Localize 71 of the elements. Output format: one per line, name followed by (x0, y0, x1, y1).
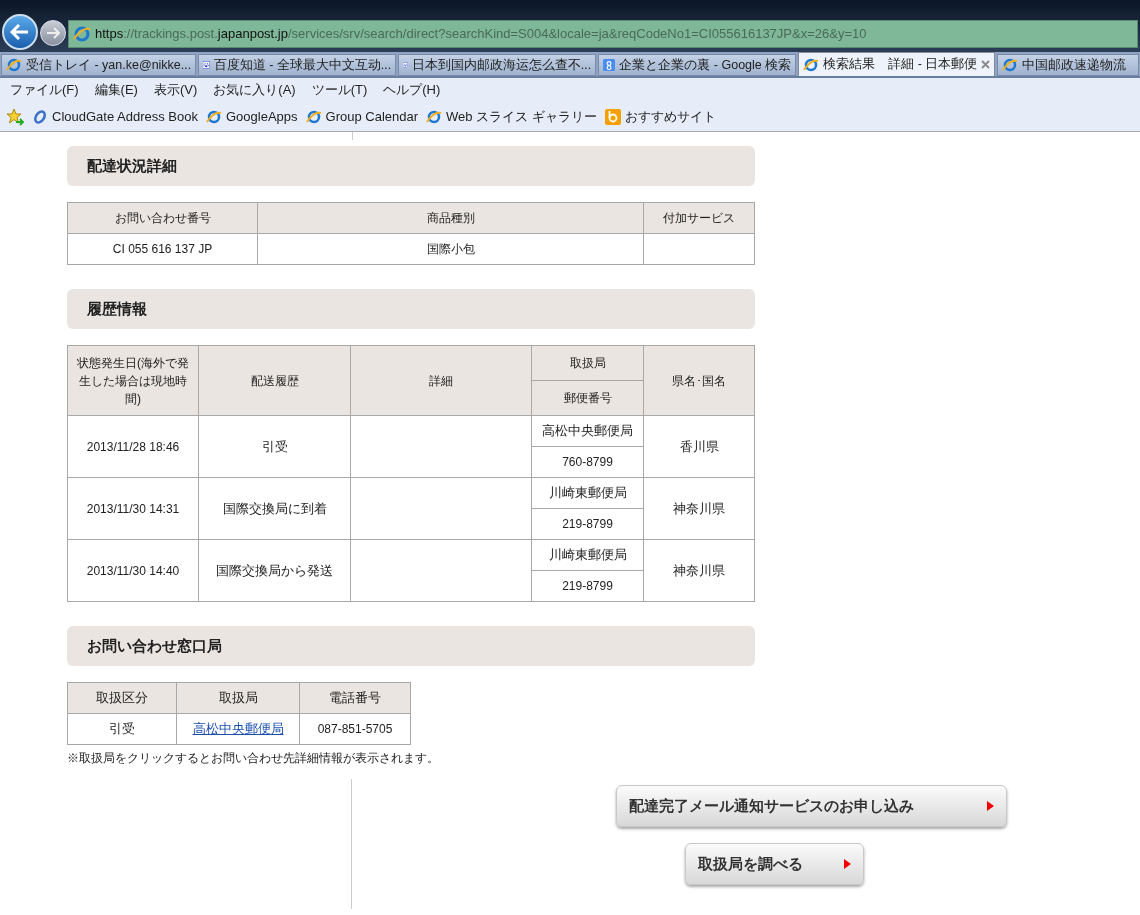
table-cell: 2013/11/30 14:31 (67, 477, 199, 540)
triangle-icon (986, 801, 994, 811)
column-header: お問い合わせ番号 (67, 202, 258, 234)
table-cell: CI 055 616 137 JP (67, 233, 258, 265)
ie-icon (6, 57, 22, 73)
browser-tab[interactable]: 企業と企業の裏 - Google 検索 (598, 54, 797, 76)
table-cell: 国際小包 (257, 233, 644, 265)
bing-icon (604, 108, 621, 125)
link-icon (32, 108, 48, 125)
ie-icon (1002, 57, 1019, 73)
ie-icon (206, 108, 222, 125)
left-arrow-icon (10, 24, 30, 40)
menu-item[interactable]: ファイル(F) (10, 80, 79, 100)
section-header: お問い合わせ窓口局 (67, 626, 755, 666)
favorites-link[interactable]: Web スライス ギャラリー (426, 106, 597, 127)
favorites-link[interactable]: おすすめサイト (604, 106, 716, 127)
browser-tab[interactable]: 百度知道 - 全球最大中文互动... (198, 54, 397, 76)
table-cell: 2013/11/30 14:40 (67, 539, 199, 602)
ie-icon (426, 108, 443, 125)
triangle-icon (844, 859, 851, 869)
column-header: 詳細 (350, 345, 532, 416)
forward-button[interactable] (40, 20, 66, 46)
close-icon[interactable] (981, 60, 991, 69)
right-arrow-icon (46, 27, 60, 39)
action-button[interactable]: 取扱局を調べる (685, 843, 864, 885)
section-header: 履歴情報 (67, 289, 755, 329)
table-cell: 引受 (67, 713, 177, 745)
column-header: 付加サービス (643, 202, 755, 234)
menu-item[interactable]: ヘルプ(H) (383, 80, 441, 100)
table-cell: 087-851-5705 (299, 713, 411, 745)
column-header: 配送履歴 (198, 345, 351, 416)
table-cell: 高松中央郵便局 (531, 415, 644, 447)
menu-item[interactable]: ツール(T) (311, 80, 368, 100)
column-header: 郵便番号 (531, 380, 644, 416)
table-cell: 神奈川県 (643, 539, 755, 602)
column-header: 取扱局 (176, 682, 300, 714)
menu-item[interactable]: 編集(E) (94, 80, 138, 100)
table-cell: 神奈川県 (643, 477, 755, 540)
column-header: 取扱区分 (67, 682, 177, 714)
ie-icon (803, 56, 820, 73)
menu-item[interactable]: お気に入り(A) (213, 80, 296, 100)
table-cell: 川崎東郵便局 (531, 539, 644, 571)
note-text: ※取扱局をクリックするとお問い合わせ先詳細情報が表示されます。 (67, 750, 440, 767)
column-header: 取扱局 (531, 345, 644, 381)
column-header: 商品種別 (257, 202, 644, 234)
column-header: 状態発生日(海外で発生した場合は現地時間) (67, 345, 199, 416)
table-cell: 2013/11/28 18:46 (67, 415, 199, 478)
table-cell: 国際交換局から発送 (198, 539, 351, 602)
url-text: https://trackings.post.japanpost.jp/services/srv/search/direct?searchKind=S004&locale=ja&reqCodeNo1=CI055616137JP&x=26&y=10 (95, 25, 867, 44)
favorites-link[interactable]: GoogleApps (206, 106, 298, 127)
ie-icon (73, 25, 91, 43)
favorites-link[interactable]: CloudGate Address Book (32, 106, 198, 127)
table-cell: 香川県 (643, 415, 755, 478)
google-g-icon (603, 57, 616, 73)
table-cell: 引受 (198, 415, 351, 478)
table-cell: 国際交換局に到着 (198, 477, 351, 540)
column-header: 電話番号 (299, 682, 411, 714)
browser-tab[interactable]: 日本到国内邮政海运怎么查不... (398, 54, 597, 76)
back-button[interactable] (2, 14, 38, 50)
table-cell: 川崎東郵便局 (531, 477, 644, 509)
column-header: 県名･国名 (643, 345, 755, 416)
browser-tab[interactable]: 受信トレイ - yan.ke@nikke... (1, 54, 197, 76)
menu-item[interactable]: 表示(V) (153, 80, 198, 100)
browser-tab[interactable]: 中国邮政速递物流 (997, 54, 1139, 76)
browser-tab[interactable]: 検索結果 詳細 - 日本郵便 (798, 52, 996, 76)
address-bar[interactable]: https://trackings.post.japanpost.jp/services/srv/search/direct?searchKind=S004&locale=ja&reqCodeNo1=CI055616137JP&x=26&y=10 (68, 20, 1138, 48)
ie-icon (305, 108, 322, 125)
action-button[interactable]: 配達完了メール通知サービスのお申し込み (615, 785, 1007, 827)
section-header: 配達状況詳細 (67, 146, 755, 186)
favorites-star-icon[interactable] (6, 107, 24, 126)
favorites-link[interactable]: Group Calendar (305, 106, 419, 127)
